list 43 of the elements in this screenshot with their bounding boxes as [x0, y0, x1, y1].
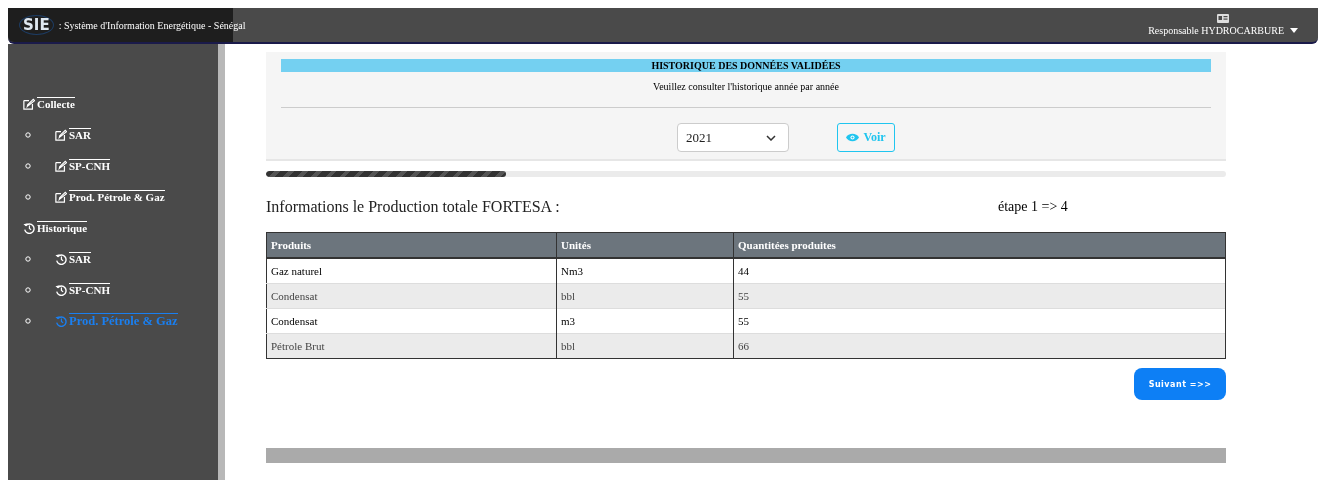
- caret-icon: [1290, 28, 1298, 33]
- edit-icon: [55, 159, 67, 172]
- chevron-icon: [766, 134, 776, 141]
- year-select[interactable]: 2021: [677, 123, 789, 152]
- column-header: Produits: [266, 232, 557, 258]
- edit-icon: [55, 190, 67, 203]
- history-icon: [23, 221, 35, 234]
- table-cell: bbl: [556, 283, 734, 309]
- sidebar-item[interactable]: SAR: [55, 252, 91, 265]
- bullet-icon: [25, 255, 31, 262]
- table-cell: Pétrole Brut: [266, 333, 557, 359]
- panel-subtitle: Veuillez consulter l'historique année par année: [652, 81, 840, 92]
- table-cell: 55: [733, 283, 1226, 309]
- step-indicator: étape 1 => 4: [998, 199, 1068, 215]
- history-icon: [55, 283, 67, 296]
- edit-icon: [55, 128, 67, 141]
- sidebar-section[interactable]: Historique: [23, 221, 88, 234]
- sidebar-section[interactable]: Collecte: [23, 97, 75, 110]
- sidebar-item[interactable]: SP-CNH: [55, 283, 110, 296]
- table-cell: 66: [733, 333, 1226, 359]
- id-card-icon: [1217, 14, 1230, 23]
- bullet-icon: [25, 286, 31, 293]
- next-button[interactable]: Suivant =>>: [1134, 368, 1226, 400]
- bullet-icon: [25, 131, 31, 138]
- table-cell: bbl: [556, 333, 734, 359]
- history-icon: [55, 314, 67, 327]
- bullet-icon: [25, 317, 31, 324]
- sidebar-item[interactable]: SP-CNH: [55, 159, 110, 172]
- section-title: Informations le Production totale FORTESA :: [266, 198, 561, 216]
- sidebar-item[interactable]: Prod. Pétrole & Gaz: [55, 190, 165, 203]
- panel-title: HISTORIQUE DES DONNÉES VALIDÉES: [281, 59, 1211, 72]
- user-menu[interactable]: Responsable HYDROCARBURE: [1148, 25, 1298, 36]
- bullet-icon: [25, 193, 31, 200]
- bullet-icon: [25, 162, 31, 169]
- table-cell: Condensat: [266, 283, 557, 309]
- eye-icon: [846, 133, 860, 142]
- app-title: : Système d'Information Energétique - Sénégal: [58, 19, 246, 31]
- logo[interactable]: SIE: [20, 16, 53, 34]
- sidebar-item[interactable]: SAR: [55, 128, 91, 141]
- edit-icon: [23, 97, 35, 110]
- column-header: Quantitées produites: [733, 232, 1226, 258]
- column-header: Unités: [556, 232, 734, 258]
- history-icon: [55, 252, 67, 265]
